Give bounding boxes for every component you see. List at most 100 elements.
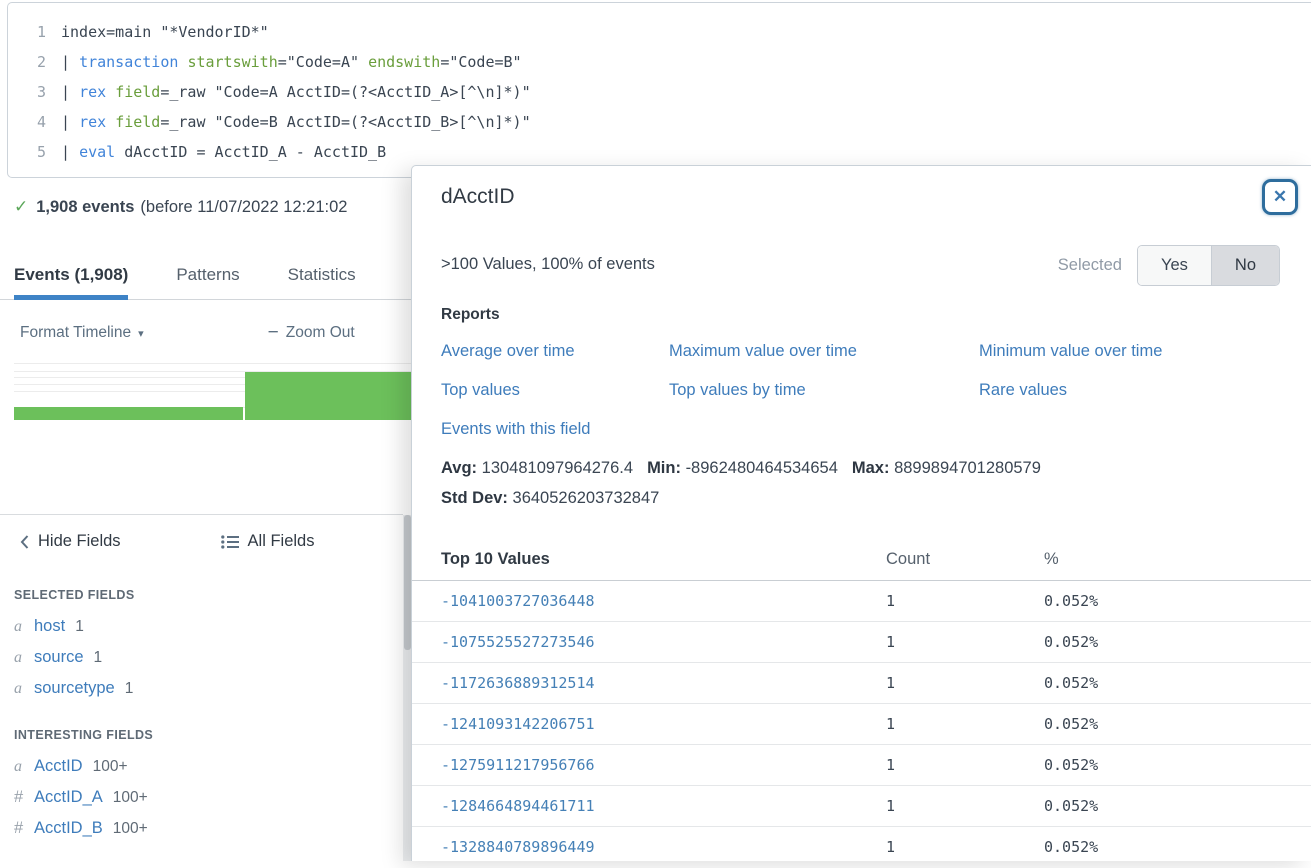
- report-links-row: Average over time Maximum value over time…: [441, 332, 1291, 371]
- fields-panel-header: Hide Fields All Fields: [20, 532, 395, 551]
- field-summary-popup: dAcctID ✕ >100 Values, 100% of events Se…: [411, 165, 1311, 861]
- search-token: |: [61, 143, 79, 161]
- percent-cell: 0.052%: [1044, 827, 1098, 861]
- percent-cell: 0.052%: [1044, 704, 1098, 744]
- stat-value: 3640526203732847: [513, 489, 660, 507]
- report-link[interactable]: Events with this field: [441, 420, 590, 438]
- value-link[interactable]: -1328840789896449: [441, 827, 886, 861]
- field-item-host[interactable]: ahost1: [14, 611, 394, 642]
- search-query-editor[interactable]: 1index=main "*VendorID*"2| transaction s…: [7, 2, 1311, 178]
- zoom-out-button[interactable]: − Zoom Out: [268, 322, 355, 344]
- line-number: 5: [8, 137, 61, 167]
- percent-cell: 0.052%: [1044, 786, 1098, 826]
- hide-fields-button[interactable]: Hide Fields: [20, 532, 121, 551]
- popup-title: dAcctID: [441, 185, 515, 209]
- report-link[interactable]: Top values by time: [669, 381, 806, 399]
- field-name-link[interactable]: sourcetype: [34, 673, 115, 704]
- search-line: 5| eval dAcctID = AcctID_A - AcctID_B: [8, 137, 1311, 167]
- field-name-link[interactable]: source: [34, 642, 84, 673]
- search-token: field: [115, 83, 160, 101]
- report-link-cell: Events with this field: [441, 410, 669, 449]
- line-number: 1: [8, 17, 61, 47]
- report-link[interactable]: Top values: [441, 381, 520, 399]
- column-header: Count: [886, 544, 1044, 580]
- scrollbar-thumb[interactable]: [404, 515, 411, 650]
- report-link-cell: Rare values: [979, 371, 1067, 410]
- field-item-acctid_b[interactable]: #AcctID_B 100+: [14, 813, 394, 844]
- report-link[interactable]: Maximum value over time: [669, 342, 857, 360]
- format-timeline-button[interactable]: Format Timeline ▾: [20, 324, 144, 342]
- search-token: [106, 83, 115, 101]
- tab-patterns[interactable]: Patterns: [176, 255, 239, 299]
- minus-icon: −: [268, 322, 279, 344]
- stats-line: Avg: 130481097964276.4Min: -896248046453…: [441, 453, 1055, 483]
- field-item-acctid_a[interactable]: #AcctID_A 100+: [14, 782, 394, 813]
- stat-label: Max:: [852, 459, 894, 477]
- numeric-field-icon: #: [14, 813, 34, 844]
- value-link[interactable]: -1284664894461711: [441, 786, 886, 826]
- search-token: rex: [79, 83, 106, 101]
- count-cell: 1: [886, 581, 1044, 621]
- value-link[interactable]: -1075525527273546: [441, 622, 886, 662]
- field-distinct-count: 1: [94, 642, 103, 673]
- field-distinct-count: 100+: [113, 782, 148, 813]
- tab-statistics[interactable]: Statistics: [288, 255, 356, 299]
- all-fields-button[interactable]: All Fields: [221, 532, 315, 551]
- timeline-bar[interactable]: [14, 407, 243, 420]
- close-button[interactable]: ✕: [1262, 179, 1298, 215]
- tab-events[interactable]: Events (1,908): [14, 255, 128, 299]
- field-name-link[interactable]: AcctID: [34, 751, 83, 782]
- search-token: index=main "*VendorID*": [61, 23, 269, 41]
- report-link-cell: Top values by time: [669, 371, 979, 410]
- reports-heading: Reports: [441, 306, 500, 324]
- report-link[interactable]: Average over time: [441, 342, 575, 360]
- stats-line: Std Dev: 3640526203732847: [441, 483, 1055, 513]
- search-token: |: [61, 83, 79, 101]
- field-distinct-count: 1: [125, 673, 134, 704]
- value-link[interactable]: -1241093142206751: [441, 704, 886, 744]
- field-statistics: Avg: 130481097964276.4Min: -896248046453…: [441, 453, 1055, 513]
- search-line: 1index=main "*VendorID*": [8, 17, 1311, 47]
- search-token: field: [115, 113, 160, 131]
- field-name-link[interactable]: host: [34, 611, 65, 642]
- report-link[interactable]: Minimum value over time: [979, 342, 1162, 360]
- field-group: SELECTED FIELDSahost1asource1asourcetype…: [14, 588, 394, 704]
- line-number: 4: [8, 107, 61, 137]
- report-link-cell: Maximum value over time: [669, 332, 979, 371]
- count-cell: 1: [886, 745, 1044, 785]
- selected-label: Selected: [1058, 256, 1122, 275]
- search-token: endswith: [368, 53, 440, 71]
- column-header: %: [1044, 544, 1059, 580]
- field-distinct-count: 100+: [113, 813, 148, 844]
- all-fields-label: All Fields: [248, 532, 315, 551]
- search-line-text: | rex field=_raw "Code=B AcctID=(?<AcctI…: [61, 107, 531, 137]
- search-line: 4| rex field=_raw "Code=B AcctID=(?<Acct…: [8, 107, 1311, 137]
- stat-value: -8962480464534654: [686, 459, 838, 477]
- report-links: Average over time Maximum value over time…: [441, 332, 1291, 449]
- field-name-link[interactable]: AcctID_B: [34, 813, 103, 844]
- search-token: dAcctID = AcctID_A - AcctID_B: [115, 143, 386, 161]
- field-item-source[interactable]: asource1: [14, 642, 394, 673]
- table-row: -117263688931251410.052%: [412, 663, 1311, 704]
- report-links-row: Events with this field: [441, 410, 1291, 449]
- value-link[interactable]: -1172636889312514: [441, 663, 886, 703]
- field-name-link[interactable]: AcctID_A: [34, 782, 103, 813]
- events-status-line: ✓ 1,908 events (before 11/07/2022 12:21:…: [14, 197, 347, 217]
- report-link-cell: Average over time: [441, 332, 669, 371]
- stat-value: 130481097964276.4: [482, 459, 633, 477]
- search-token: [106, 113, 115, 131]
- numeric-field-icon: #: [14, 782, 34, 813]
- value-link[interactable]: -1041003727036448: [441, 581, 886, 621]
- selected-no-button[interactable]: No: [1212, 246, 1279, 285]
- report-link-cell: Minimum value over time: [979, 332, 1162, 371]
- search-line: 3| rex field=_raw "Code=A AcctID=(?<Acct…: [8, 77, 1311, 107]
- field-item-sourcetype[interactable]: asourcetype1: [14, 673, 394, 704]
- percent-cell: 0.052%: [1044, 581, 1098, 621]
- field-item-acctid[interactable]: aAcctID100+: [14, 751, 394, 782]
- selected-yes-button[interactable]: Yes: [1138, 246, 1212, 285]
- list-icon: [221, 535, 239, 549]
- field-group-title: SELECTED FIELDS: [14, 588, 394, 602]
- value-link[interactable]: -1275911217956766: [441, 745, 886, 785]
- count-cell: 1: [886, 622, 1044, 662]
- report-link[interactable]: Rare values: [979, 381, 1067, 399]
